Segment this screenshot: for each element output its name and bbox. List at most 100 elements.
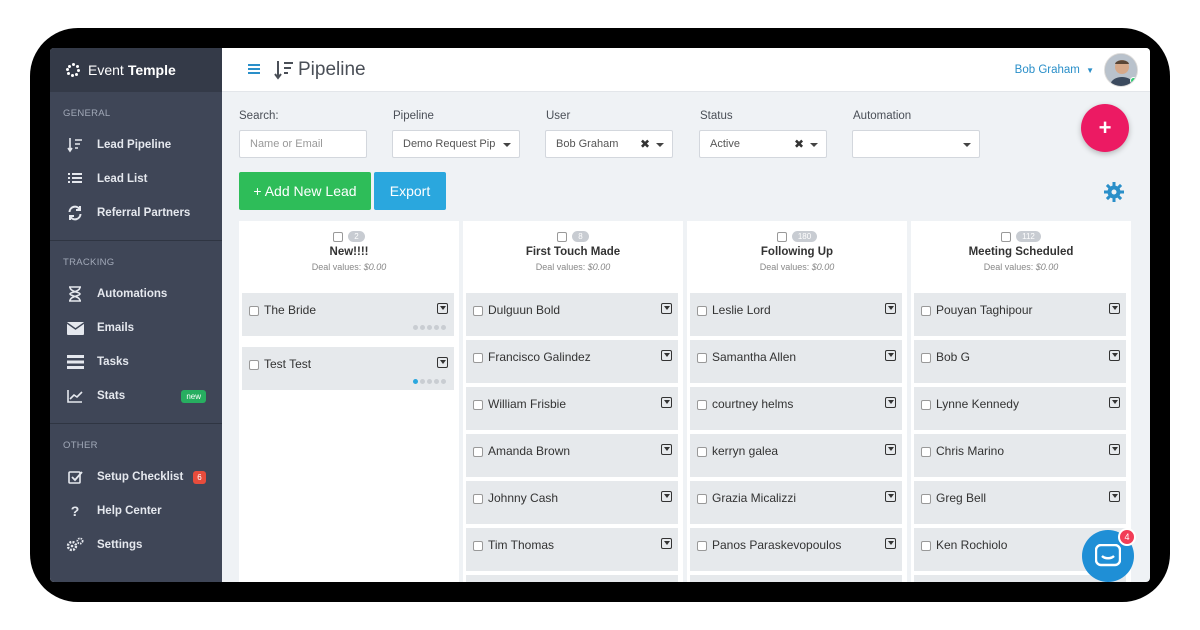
lead-checkbox[interactable] — [921, 400, 931, 410]
lead-card[interactable]: Leslie Lord — [690, 293, 902, 336]
lead-card[interactable]: Greg Bell — [914, 481, 1126, 524]
dropdown-icon[interactable] — [661, 350, 672, 361]
lead-checkbox[interactable] — [473, 353, 483, 363]
dropdown-icon[interactable] — [1109, 444, 1120, 455]
dropdown-icon[interactable] — [885, 538, 896, 549]
lead-name: Dulguun Bold — [488, 303, 561, 317]
lead-card[interactable]: Grazia Micalizzi — [690, 481, 902, 524]
sidebar-item-emails[interactable]: Emails — [50, 311, 222, 345]
lead-card[interactable]: The Bride — [242, 293, 454, 336]
dropdown-icon[interactable] — [437, 357, 448, 368]
avatar[interactable] — [1104, 53, 1138, 87]
sidebar-item-settings[interactable]: Settings — [50, 528, 222, 562]
select-all-checkbox[interactable] — [1001, 231, 1012, 242]
dropdown-icon[interactable] — [661, 444, 672, 455]
lead-card[interactable]: Test Test — [242, 347, 454, 390]
automation-select[interactable] — [852, 130, 980, 158]
export-button[interactable]: Export — [374, 172, 446, 210]
lead-card[interactable]: Pouyan Taghipour — [914, 293, 1126, 336]
dropdown-icon[interactable] — [661, 491, 672, 502]
user-select[interactable]: Bob Graham ✖ — [545, 130, 673, 158]
user-menu[interactable]: Bob Graham ▼ — [1015, 64, 1094, 76]
lead-checkbox[interactable] — [921, 494, 931, 504]
lead-checkbox[interactable] — [697, 494, 707, 504]
lead-card[interactable]: Chris Marino — [914, 434, 1126, 477]
pipeline-value: Demo Request Pip — [403, 138, 496, 150]
section-title-general: GENERAL — [63, 108, 111, 119]
dropdown-icon[interactable] — [1109, 350, 1120, 361]
lead-card[interactable]: kerryn galea — [690, 434, 902, 477]
lead-card[interactable]: Samantha Allen — [690, 340, 902, 383]
sidebar-item-setup-checklist[interactable]: Setup Checklist 6 — [50, 460, 222, 494]
dropdown-icon[interactable] — [885, 491, 896, 502]
dropdown-icon[interactable] — [885, 350, 896, 361]
dropdown-icon[interactable] — [885, 303, 896, 314]
gears-icon — [66, 537, 84, 553]
lead-checkbox[interactable] — [921, 353, 931, 363]
pipeline-label: Pipeline — [393, 110, 434, 122]
lead-card[interactable]: Amanda Brown — [466, 434, 678, 477]
dropdown-icon[interactable] — [661, 538, 672, 549]
add-new-lead-button[interactable]: + Add New Lead — [239, 172, 371, 210]
lead-checkbox[interactable] — [473, 306, 483, 316]
sidebar-item-tasks[interactable]: Tasks — [50, 345, 222, 379]
lead-checkbox[interactable] — [249, 360, 259, 370]
lead-checkbox[interactable] — [697, 353, 707, 363]
sidebar-item-help-center[interactable]: ? Help Center — [50, 494, 222, 528]
lead-checkbox[interactable] — [473, 447, 483, 457]
lead-card[interactable]: William Frisbie — [466, 387, 678, 430]
dropdown-icon[interactable] — [885, 397, 896, 408]
dropdown-icon[interactable] — [437, 303, 448, 314]
lead-checkbox[interactable] — [921, 541, 931, 551]
deal-values: Deal values: $0.00 — [311, 262, 387, 272]
lead-card[interactable]: Tim Thomas — [466, 528, 678, 571]
lead-checkbox[interactable] — [473, 494, 483, 504]
column-header: 8 First Touch Made Deal values: $0.00 — [463, 221, 683, 291]
lead-checkbox[interactable] — [697, 306, 707, 316]
lead-card[interactable] — [466, 575, 678, 582]
clear-icon[interactable]: ✖ — [640, 137, 650, 151]
menu-toggle-icon[interactable] — [248, 64, 260, 74]
lead-card[interactable]: Johnny Cash — [466, 481, 678, 524]
lead-card[interactable]: Lynne Kennedy — [914, 387, 1126, 430]
lead-card[interactable]: courtney helms — [690, 387, 902, 430]
select-all-checkbox[interactable] — [557, 231, 568, 242]
lead-card[interactable]: Panos Paraskevopoulos — [690, 528, 902, 571]
search-input[interactable]: Name or Email — [239, 130, 367, 158]
status-select[interactable]: Active ✖ — [699, 130, 827, 158]
lead-checkbox[interactable] — [473, 400, 483, 410]
brand-logo[interactable]: Event Temple — [50, 48, 222, 92]
lead-card[interactable]: Bob G — [914, 340, 1126, 383]
dropdown-icon[interactable] — [1109, 303, 1120, 314]
clear-icon[interactable]: ✖ — [794, 137, 804, 151]
lead-card[interactable] — [690, 575, 902, 582]
select-all-checkbox[interactable] — [333, 231, 344, 242]
sidebar-item-automations[interactable]: Automations — [50, 277, 222, 311]
dropdown-icon[interactable] — [1109, 397, 1120, 408]
lead-checkbox[interactable] — [249, 306, 259, 316]
lead-checkbox[interactable] — [921, 306, 931, 316]
lead-card[interactable]: Francisco Galindez — [466, 340, 678, 383]
select-all-checkbox[interactable] — [776, 231, 787, 242]
lead-name: William Frisbie — [488, 397, 566, 411]
sidebar-item-label: Setup Checklist — [97, 471, 184, 483]
sidebar-item-stats[interactable]: Stats new — [50, 379, 222, 413]
dropdown-icon[interactable] — [661, 397, 672, 408]
lead-name: Grazia Micalizzi — [712, 491, 797, 505]
create-fab-button[interactable]: + — [1081, 104, 1129, 152]
sidebar-item-referral-partners[interactable]: Referral Partners — [50, 196, 222, 230]
lead-checkbox[interactable] — [697, 447, 707, 457]
sidebar-item-lead-list[interactable]: Lead List — [50, 162, 222, 196]
lead-card[interactable]: Dulguun Bold — [466, 293, 678, 336]
lead-checkbox[interactable] — [697, 541, 707, 551]
gear-icon[interactable] — [1103, 181, 1125, 203]
lead-checkbox[interactable] — [697, 400, 707, 410]
pipeline-select[interactable]: Demo Request Pip — [392, 130, 520, 158]
sidebar-item-lead-pipeline[interactable]: Lead Pipeline — [50, 128, 222, 162]
dropdown-icon[interactable] — [661, 303, 672, 314]
dropdown-icon[interactable] — [1109, 491, 1120, 502]
pipeline-column: 112 Meeting Scheduled Deal values: $0.00… — [911, 221, 1131, 582]
dropdown-icon[interactable] — [885, 444, 896, 455]
lead-checkbox[interactable] — [921, 447, 931, 457]
lead-checkbox[interactable] — [473, 541, 483, 551]
